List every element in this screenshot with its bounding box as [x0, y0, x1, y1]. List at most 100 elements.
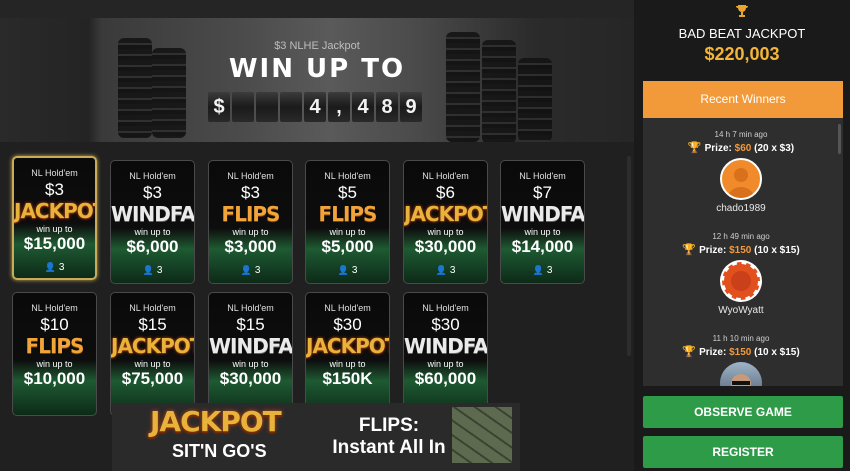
card-buyin: $30: [333, 315, 362, 334]
card-prize: $30,000: [414, 237, 477, 256]
person-avatar: [720, 158, 762, 200]
tournament-card[interactable]: NL Hold'em $15 JACKPOT win up to $75,000: [110, 292, 195, 416]
promo-banner[interactable]: JACKPOT SIT'N GO'S FLIPS: Instant All In: [112, 403, 520, 471]
card-game-name: WINDFALL: [501, 202, 585, 226]
promo-jackpot-text: JACKPOT: [150, 405, 282, 438]
tournament-card[interactable]: NL Hold'em $3 JACKPOT win up to $15,000 👤 3: [12, 156, 97, 280]
banner-title: WIN UP TO: [228, 54, 406, 84]
card-win-up-to-label: win up to: [427, 359, 464, 369]
card-prize: $150K: [322, 369, 373, 388]
bad-beat-jackpot-value: $220,003: [704, 44, 780, 64]
winner-prize-label: Prize:: [704, 143, 732, 154]
top-strip: [0, 0, 634, 18]
user-icon: 👤: [532, 265, 544, 275]
card-type-label: NL Hold'em: [129, 171, 176, 181]
card-win-up-to-label: win up to: [329, 227, 366, 237]
money-image: [452, 407, 512, 463]
banner-subtitle: $3 NLHE Jackpot: [274, 40, 360, 52]
user-icon: 👤: [435, 265, 447, 275]
card-player-count: 3: [254, 265, 261, 276]
winner-item: 14 h 7 min ago 🏆 Prize: $60 (20 x $3) chad…: [643, 130, 839, 214]
tournament-card[interactable]: NL Hold'em $6 JACKPOT win up to $30,000 👤 3: [403, 160, 488, 284]
card-game-name: FLIPS: [318, 202, 378, 226]
card-buyin: $3: [143, 183, 162, 202]
card-win-up-to-label: win up to: [36, 224, 73, 234]
card-buyin: $7: [533, 183, 552, 202]
counter-digit: [256, 92, 278, 122]
register-button[interactable]: REGISTER: [643, 436, 843, 468]
bad-beat-jackpot-label: BAD BEAT JACKPOT: [678, 26, 806, 41]
tournament-card[interactable]: NL Hold'em $5 FLIPS win up to $5,000 👤 3: [305, 160, 390, 284]
card-buyin: $3: [241, 183, 260, 202]
card-win-up-to-label: win up to: [134, 359, 171, 369]
card-players: 👤 3: [306, 265, 389, 276]
card-win-up-to-label: win up to: [36, 359, 73, 369]
user-icon: 👤: [44, 262, 56, 272]
recent-winners-list[interactable]: 14 h 7 min ago 🏆 Prize: $60 (20 x $3) chad…: [643, 118, 843, 386]
card-win-up-to-label: win up to: [329, 359, 366, 369]
tournament-card[interactable]: NL Hold'em $3 FLIPS win up to $3,000 👤 3: [208, 160, 293, 284]
counter-digit: [280, 92, 302, 122]
card-buyin: $10: [40, 315, 69, 334]
card-type-label: NL Hold'em: [31, 168, 78, 178]
winner-prize-detail: (10 x $15): [754, 245, 800, 256]
winner-prize-detail: (20 x $3): [754, 143, 795, 154]
card-win-up-to-label: win up to: [427, 227, 464, 237]
card-prize: $10,000: [23, 369, 86, 388]
tournament-card[interactable]: NL Hold'em $15WINDFALLwin up to$30,000: [208, 292, 293, 416]
photo-avatar: [720, 362, 762, 386]
card-type-label: NL Hold'em: [31, 303, 78, 313]
tournament-card[interactable]: NL Hold'em $30WINDFALLwin up to$60,000: [403, 292, 488, 416]
promo-sitngos-text: SIT'N GO'S: [172, 441, 267, 461]
card-type-label: NL Hold'em: [227, 171, 274, 181]
chip-stack-image: [118, 38, 152, 138]
user-icon: 👤: [240, 265, 252, 275]
card-win-up-to-label: win up to: [134, 227, 171, 237]
card-player-count: 3: [58, 262, 65, 273]
winner-name: chado1989: [716, 203, 766, 214]
card-win-up-to-label: win up to: [524, 227, 561, 237]
card-buyin: $3: [45, 180, 64, 199]
promo-flips-line2: Instant All In: [332, 437, 446, 458]
card-buyin: $15: [236, 315, 265, 334]
card-game-name: WINDFALL: [404, 334, 488, 358]
card-game-name: JACKPOT: [306, 334, 390, 358]
card-players: 👤 3: [209, 265, 292, 276]
card-type-label: NL Hold'em: [422, 303, 469, 313]
card-players: 👤 3: [14, 262, 95, 273]
card-game-name: WINDFALL: [111, 202, 195, 226]
winner-item: 11 h 10 min ago 🏆 Prize: $150 (10 x $15): [643, 334, 839, 386]
card-prize: $14,000: [511, 237, 574, 256]
counter-digit: ,: [328, 92, 350, 122]
winner-time: 14 h 7 min ago: [714, 130, 768, 139]
card-player-count: 3: [449, 265, 456, 276]
card-players: 👤 3: [501, 265, 584, 276]
trophy-icon: 🏆: [682, 346, 700, 358]
winner-prize-amount: $150: [729, 347, 752, 358]
trophy-icon: 🏆: [687, 142, 705, 154]
card-type-label: NL Hold'em: [227, 303, 274, 313]
card-prize: $60,000: [414, 369, 477, 388]
user-icon: 👤: [142, 265, 154, 275]
card-prize: $30,000: [219, 369, 282, 388]
jackpot-counter: $4, 4 8 9: [208, 92, 422, 122]
trophy-icon: 🏆: [682, 244, 700, 256]
counter-digit: 8: [376, 92, 398, 122]
card-buyin: $30: [431, 315, 460, 334]
grid-scrollbar[interactable]: [627, 156, 631, 356]
card-player-count: 3: [351, 265, 358, 276]
tournament-card[interactable]: NL Hold'em $3WINDFALLwin up to$6,000 👤3: [110, 160, 195, 284]
observe-game-button[interactable]: OBSERVE GAME: [643, 396, 843, 428]
card-game-name: JACKPOT: [111, 334, 195, 358]
tournament-card[interactable]: NL Hold'em $7WINDFALLwin up to$14,000 👤3: [500, 160, 585, 284]
winner-prize: 🏆 Prize: $150 (10 x $15): [643, 345, 839, 358]
winner-prize-label: Prize:: [699, 245, 727, 256]
card-prize: $75,000: [121, 369, 184, 388]
lobby-panel: $3 NLHE Jackpot WIN UP TO $4, 4 8 9 NL Hold…: [0, 0, 634, 471]
tournament-card[interactable]: NL Hold'em $10 FLIPS win up to $10,000: [12, 292, 97, 416]
counter-digit: 9: [400, 92, 422, 122]
winner-item: 12 h 49 min ago 🏆 Prize: $150 (10 x $15) W…: [643, 232, 839, 316]
tournament-card[interactable]: NL Hold'em $30 JACKPOT win up to $150K: [305, 292, 390, 416]
card-buyin: $5: [338, 183, 357, 202]
winner-prize-detail: (10 x $15): [754, 347, 800, 358]
